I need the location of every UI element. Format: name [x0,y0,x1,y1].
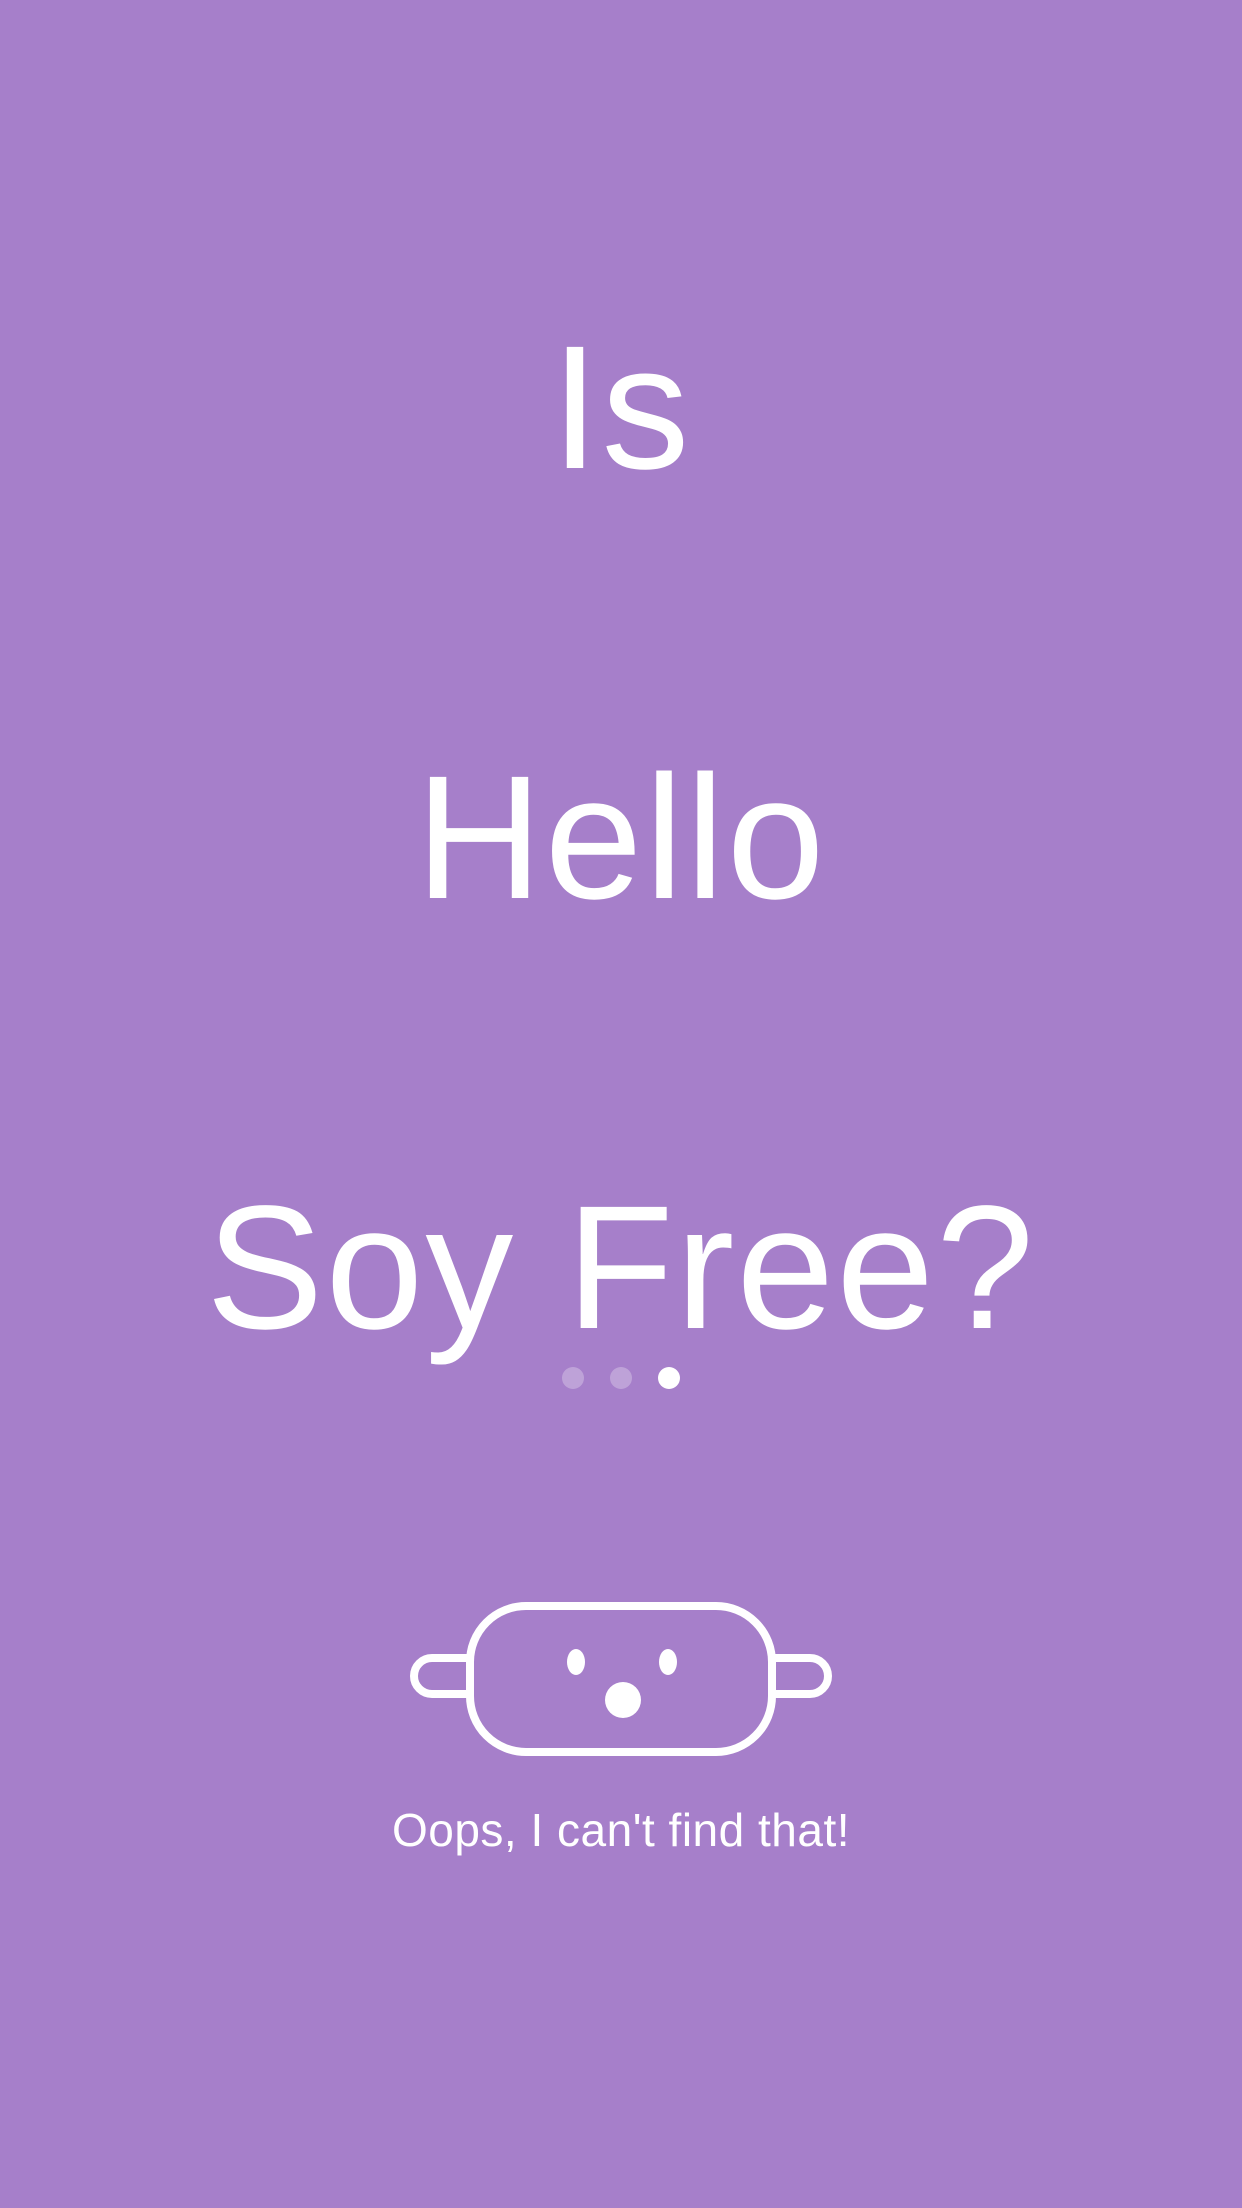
result-screen: Is Hello Soy Free? Oops, I can't find th… [0,0,1242,2208]
headline-food-name: Hello [415,740,827,936]
not-found-message: Oops, I can't find that! [391,1804,851,1856]
rolling-pin-face-icon [410,1602,832,1756]
headline-line-3: Soy Free? [206,1170,1036,1366]
page-indicator-dot[interactable] [610,1367,632,1389]
page-indicator-dot-active[interactable] [658,1367,680,1389]
page-indicator[interactable] [0,1367,1242,1389]
headline-line-1: Is [550,310,692,506]
page-indicator-dot[interactable] [562,1367,584,1389]
